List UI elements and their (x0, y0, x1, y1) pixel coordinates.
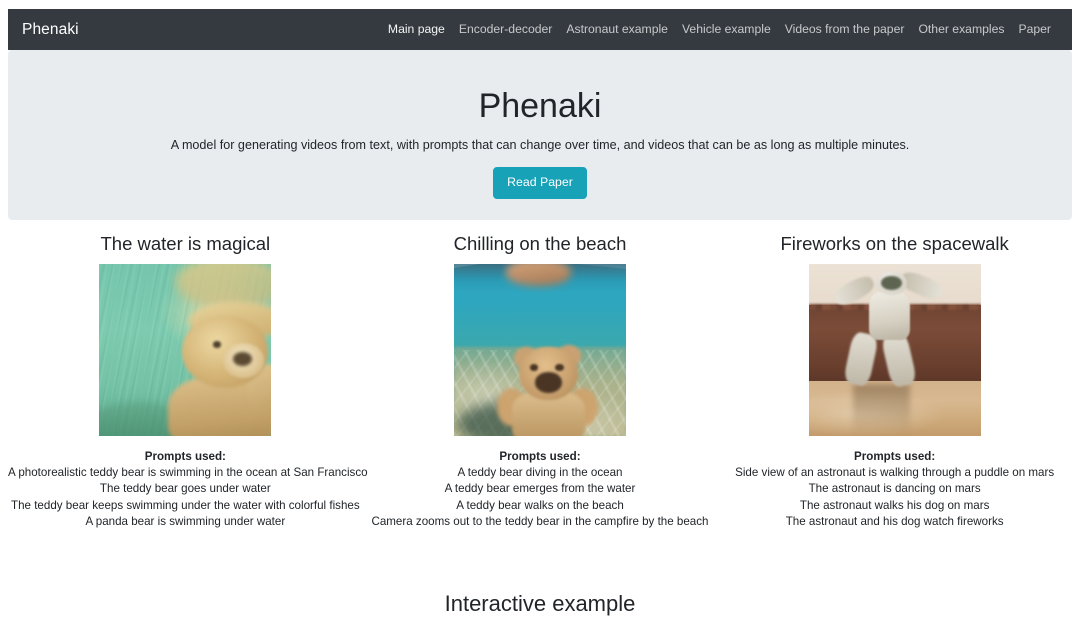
examples-row: The water is magical Prompts used: A pho… (8, 232, 1072, 530)
prompt-line: Camera zooms out to the teddy bear in th… (371, 514, 709, 528)
example-column-chilling-on-the-beach: Chilling on the beach Prompts used: A te… (363, 232, 718, 530)
navbar-links: Main page Encoder-decoder Astronaut exam… (381, 9, 1058, 50)
example-title: The water is magical (100, 233, 271, 254)
teddy-bear-right-eye (555, 363, 565, 371)
prompts-used-label: Prompts used: (854, 450, 936, 464)
nav-link-encoder-decoder[interactable]: Encoder-decoder (452, 9, 560, 50)
prompt-line: A teddy bear diving in the ocean (457, 466, 623, 480)
nav-link-videos-from-the-paper[interactable]: Videos from the paper (778, 9, 912, 50)
interactive-example-heading: Interactive example (444, 591, 636, 616)
nav-link-other-examples[interactable]: Other examples (911, 9, 1011, 50)
hero-jumbotron: Phenaki A model for generating videos fr… (8, 50, 1072, 220)
prompt-line: The astronaut is dancing on mars (808, 482, 981, 496)
hero-subtitle: A model for generating videos from text,… (170, 137, 910, 152)
nav-link-paper[interactable]: Paper (1011, 9, 1058, 50)
prompt-line: The teddy bear goes under water (99, 482, 271, 496)
navbar-brand[interactable]: Phenaki (22, 21, 79, 39)
read-paper-button[interactable]: Read Paper (493, 166, 587, 199)
astronaut-reflection (853, 384, 911, 437)
example-column-fireworks-on-the-spacewalk: Fireworks on the spacewalk Prompts used:… (717, 232, 1072, 530)
teddy-bear-nose (233, 351, 253, 366)
example-title: Fireworks on the spacewalk (780, 233, 1009, 254)
nav-link-astronaut-example[interactable]: Astronaut example (559, 9, 675, 50)
top-navbar: Phenaki Main page Encoder-decoder Astron… (8, 9, 1072, 50)
prompt-line: The teddy bear keeps swimming under the … (11, 498, 360, 512)
astronaut-torso (868, 291, 911, 340)
astronaut-visor (880, 276, 902, 290)
prompt-line: A panda bear is swimming under water (85, 514, 286, 528)
prompt-line: A photorealistic teddy bear is swimming … (8, 466, 368, 480)
nav-link-vehicle-example[interactable]: Vehicle example (675, 9, 778, 50)
teddy-bear-underwater-video[interactable] (99, 264, 272, 437)
example-title: Chilling on the beach (453, 233, 627, 254)
prompt-line: A teddy bear walks on the beach (456, 498, 624, 512)
prompt-line: Side view of an astronaut is walking thr… (735, 466, 1055, 480)
prompt-line: The astronaut walks his dog on mars (799, 498, 990, 512)
astronaut-mars-video[interactable] (808, 264, 981, 437)
teddy-bear-left-eye (529, 363, 539, 371)
prompt-line: A teddy bear emerges from the water (444, 482, 636, 496)
nav-link-main-page[interactable]: Main page (381, 9, 452, 50)
page-title: Phenaki (478, 87, 602, 125)
prompt-line: The astronaut and his dog watch firework… (785, 514, 1004, 528)
prompts-used-label: Prompts used: (144, 450, 226, 464)
teddy-bear-ocean-video[interactable] (453, 264, 626, 437)
example-column-water-is-magical: The water is magical Prompts used: A pho… (8, 232, 368, 530)
prompts-used-label: Prompts used: (499, 450, 581, 464)
